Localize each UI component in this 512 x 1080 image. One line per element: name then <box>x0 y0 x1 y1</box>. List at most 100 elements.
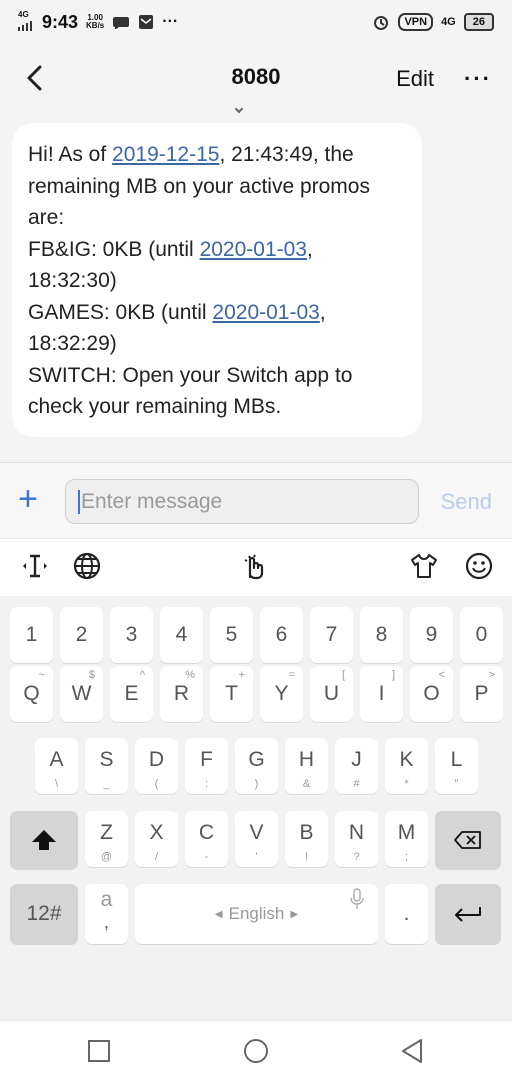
key-m[interactable]: M; <box>385 811 428 867</box>
message-text: SWITCH: Open your Switch app to check yo… <box>28 363 353 419</box>
key-q[interactable]: Q ~ <box>10 666 53 722</box>
key-y[interactable]: Y = <box>260 666 303 722</box>
key-label: T <box>225 682 238 705</box>
key-label: M <box>397 821 416 844</box>
key-p[interactable]: P > <box>460 666 503 722</box>
key-label: U <box>323 682 340 705</box>
key-label: Z <box>100 821 113 844</box>
more-options-button[interactable]: ··· <box>464 66 492 92</box>
message-placeholder: Enter message <box>81 490 223 513</box>
key-v[interactable]: V ' <box>235 811 278 867</box>
key-label: A <box>49 748 64 771</box>
key-e[interactable]: E ^ <box>110 666 153 722</box>
key-c[interactable]: C- <box>185 811 228 867</box>
key-a-comma[interactable]: a, <box>85 884 128 944</box>
gesture-icon[interactable] <box>241 551 271 581</box>
key-j[interactable]: J # <box>335 738 378 794</box>
space-key[interactable]: ◀ English ▶ <box>135 884 378 944</box>
key-label: a <box>100 887 113 911</box>
edit-button[interactable]: Edit <box>396 66 434 92</box>
key-r[interactable]: R% <box>160 666 203 722</box>
key-2[interactable]: 2 <box>60 607 103 663</box>
system-navigation-bar <box>0 1020 512 1080</box>
message-composer: + Enter message Send <box>0 462 512 538</box>
left-arrow-icon: ◀ <box>214 908 223 920</box>
recents-icon[interactable] <box>88 1040 110 1062</box>
key-alt-label: ( <box>154 778 159 790</box>
key-g[interactable]: G) <box>235 738 278 794</box>
key-alt-label: : <box>204 778 209 790</box>
key-o[interactable]: O < <box>410 666 453 722</box>
signal-icon: 4G <box>18 10 34 31</box>
key-i[interactable]: I] <box>360 666 403 722</box>
keyboard-toolbar <box>0 538 512 596</box>
key-5[interactable]: 5 <box>210 607 253 663</box>
globe-icon[interactable] <box>72 551 102 581</box>
key-8[interactable]: 8 <box>360 607 403 663</box>
key-6[interactable]: 6 <box>260 607 303 663</box>
theme-shirt-icon[interactable] <box>409 551 439 581</box>
text-cursor <box>78 490 80 515</box>
cursor-tool-icon[interactable] <box>20 551 50 581</box>
key-alt-label: > <box>488 669 495 681</box>
message-text: GAMES: 0KB (until <box>28 300 213 324</box>
key-label: P <box>474 682 489 705</box>
incoming-message-bubble[interactable]: Hi! As of 2019-12-15, 21:43:49, the rema… <box>12 123 422 437</box>
key-alt-label: $ <box>88 669 95 681</box>
key-0[interactable]: 0 <box>460 607 503 663</box>
key-n[interactable]: N? <box>335 811 378 867</box>
speed-indicator: 1.00 KB/s <box>86 13 105 30</box>
emoji-icon[interactable] <box>464 551 494 581</box>
key-alt-label: + <box>238 669 245 681</box>
add-attachment-button[interactable]: + <box>18 482 38 516</box>
key-alt-label: ~ <box>38 669 45 681</box>
shift-key[interactable] <box>10 811 78 869</box>
key-label: D <box>148 748 165 771</box>
key-label: V <box>249 821 264 844</box>
message-text: Hi! As of <box>28 143 113 166</box>
key-9[interactable]: 9 <box>410 607 453 663</box>
key-u[interactable]: U[ <box>310 666 353 722</box>
key-label: S <box>99 748 114 771</box>
enter-key[interactable] <box>435 884 501 944</box>
right-arrow-icon: ▶ <box>290 908 299 920</box>
key-w[interactable]: W $ <box>60 666 103 722</box>
message-input[interactable]: Enter message <box>65 479 419 524</box>
back-icon[interactable] <box>400 1038 424 1064</box>
mode-switch-key[interactable]: 12# <box>10 884 78 944</box>
key-k[interactable]: K * <box>385 738 428 794</box>
key-7[interactable]: 7 <box>310 607 353 663</box>
backspace-key[interactable] <box>435 811 501 869</box>
key-alt-label: @ <box>100 851 113 863</box>
key-label: L <box>450 748 463 771</box>
date-link[interactable]: 2020-01-03 <box>212 301 319 324</box>
key-alt-label: ; <box>404 851 409 863</box>
key-label: O <box>423 682 440 705</box>
key-4[interactable]: 4 <box>160 607 203 663</box>
period-key[interactable]: . <box>385 884 428 944</box>
date-link[interactable]: 2019-12-15 <box>112 143 219 166</box>
key-alt-label: / <box>154 851 159 863</box>
send-button[interactable]: Send <box>441 489 492 515</box>
key-z[interactable]: Z @ <box>85 811 128 867</box>
vpn-badge: VPN <box>398 13 434 31</box>
message-text: FB&IG: 0KB (until <box>28 237 200 261</box>
key-t[interactable]: T + <box>210 666 253 722</box>
key-label: E <box>124 682 139 705</box>
home-icon[interactable] <box>243 1038 269 1064</box>
enter-icon <box>455 907 481 922</box>
key-s[interactable]: S _ <box>85 738 128 794</box>
message-list[interactable]: Hi! As of 2019-12-15, 21:43:49, the rema… <box>0 104 512 462</box>
more-notifications-icon: ··· <box>162 13 179 30</box>
key-alt-label: & <box>302 778 311 790</box>
key-h[interactable]: H & <box>285 738 328 794</box>
key-f[interactable]: F: <box>185 738 228 794</box>
key-d[interactable]: D( <box>135 738 178 794</box>
key-b[interactable]: B! <box>285 811 328 867</box>
key-l[interactable]: L " <box>435 738 478 794</box>
key-x[interactable]: X / <box>135 811 178 867</box>
key-a[interactable]: A \ <box>35 738 78 794</box>
key-1[interactable]: 1 <box>10 607 53 663</box>
key-3[interactable]: 3 <box>110 607 153 663</box>
date-link[interactable]: 2020-01-03 <box>200 238 307 261</box>
